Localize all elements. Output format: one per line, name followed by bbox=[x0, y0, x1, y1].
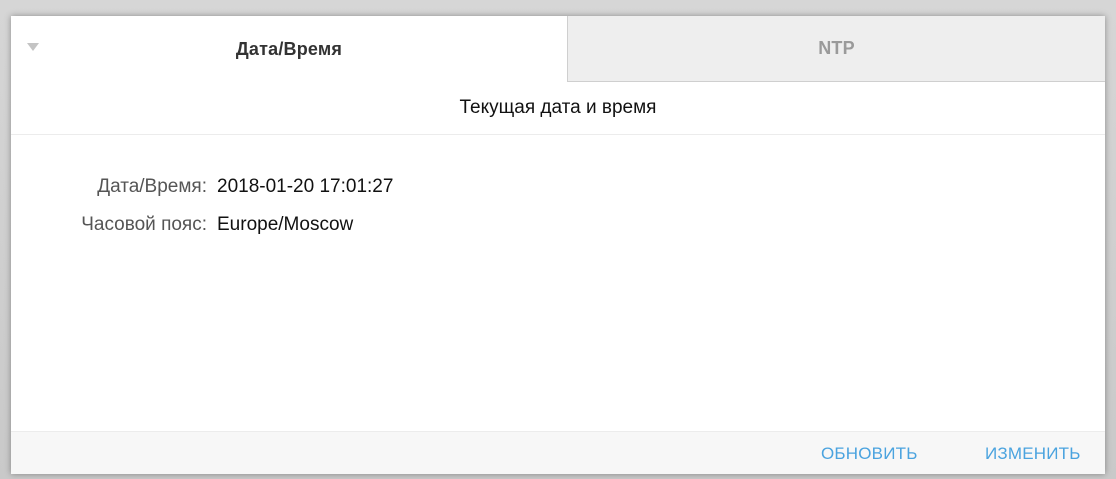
tab-ntp[interactable]: NTP bbox=[567, 16, 1105, 82]
tab-datetime[interactable]: Дата/Время bbox=[11, 16, 567, 82]
edit-button[interactable]: ИЗМЕНИТЬ bbox=[985, 432, 1081, 474]
window-backdrop: Дата/Время NTP Текущая дата и время Дата… bbox=[0, 0, 1116, 479]
chevron-down-icon[interactable] bbox=[27, 43, 39, 51]
datetime-info: Дата/Время: 2018-01-20 17:01:27 Часовой … bbox=[11, 168, 1105, 244]
action-footer: ОБНОВИТЬ ИЗМЕНИТЬ bbox=[11, 431, 1105, 474]
refresh-button[interactable]: ОБНОВИТЬ bbox=[821, 432, 918, 474]
info-row-datetime: Дата/Время: 2018-01-20 17:01:27 bbox=[11, 168, 1105, 206]
tab-bar: Дата/Время NTP bbox=[11, 16, 1105, 82]
datetime-label: Дата/Время: bbox=[97, 176, 207, 197]
section-title: Текущая дата и время bbox=[11, 82, 1105, 135]
datetime-value: 2018-01-20 17:01:27 bbox=[217, 176, 394, 197]
tab-ntp-label: NTP bbox=[818, 38, 855, 58]
datetime-panel: Дата/Время NTP Текущая дата и время Дата… bbox=[11, 16, 1105, 474]
tab-datetime-label: Дата/Время bbox=[235, 38, 343, 59]
timezone-label: Часовой пояс: bbox=[81, 214, 207, 235]
info-row-timezone: Часовой пояс: Europe/Moscow bbox=[11, 206, 1105, 244]
timezone-value: Europe/Moscow bbox=[217, 214, 354, 235]
